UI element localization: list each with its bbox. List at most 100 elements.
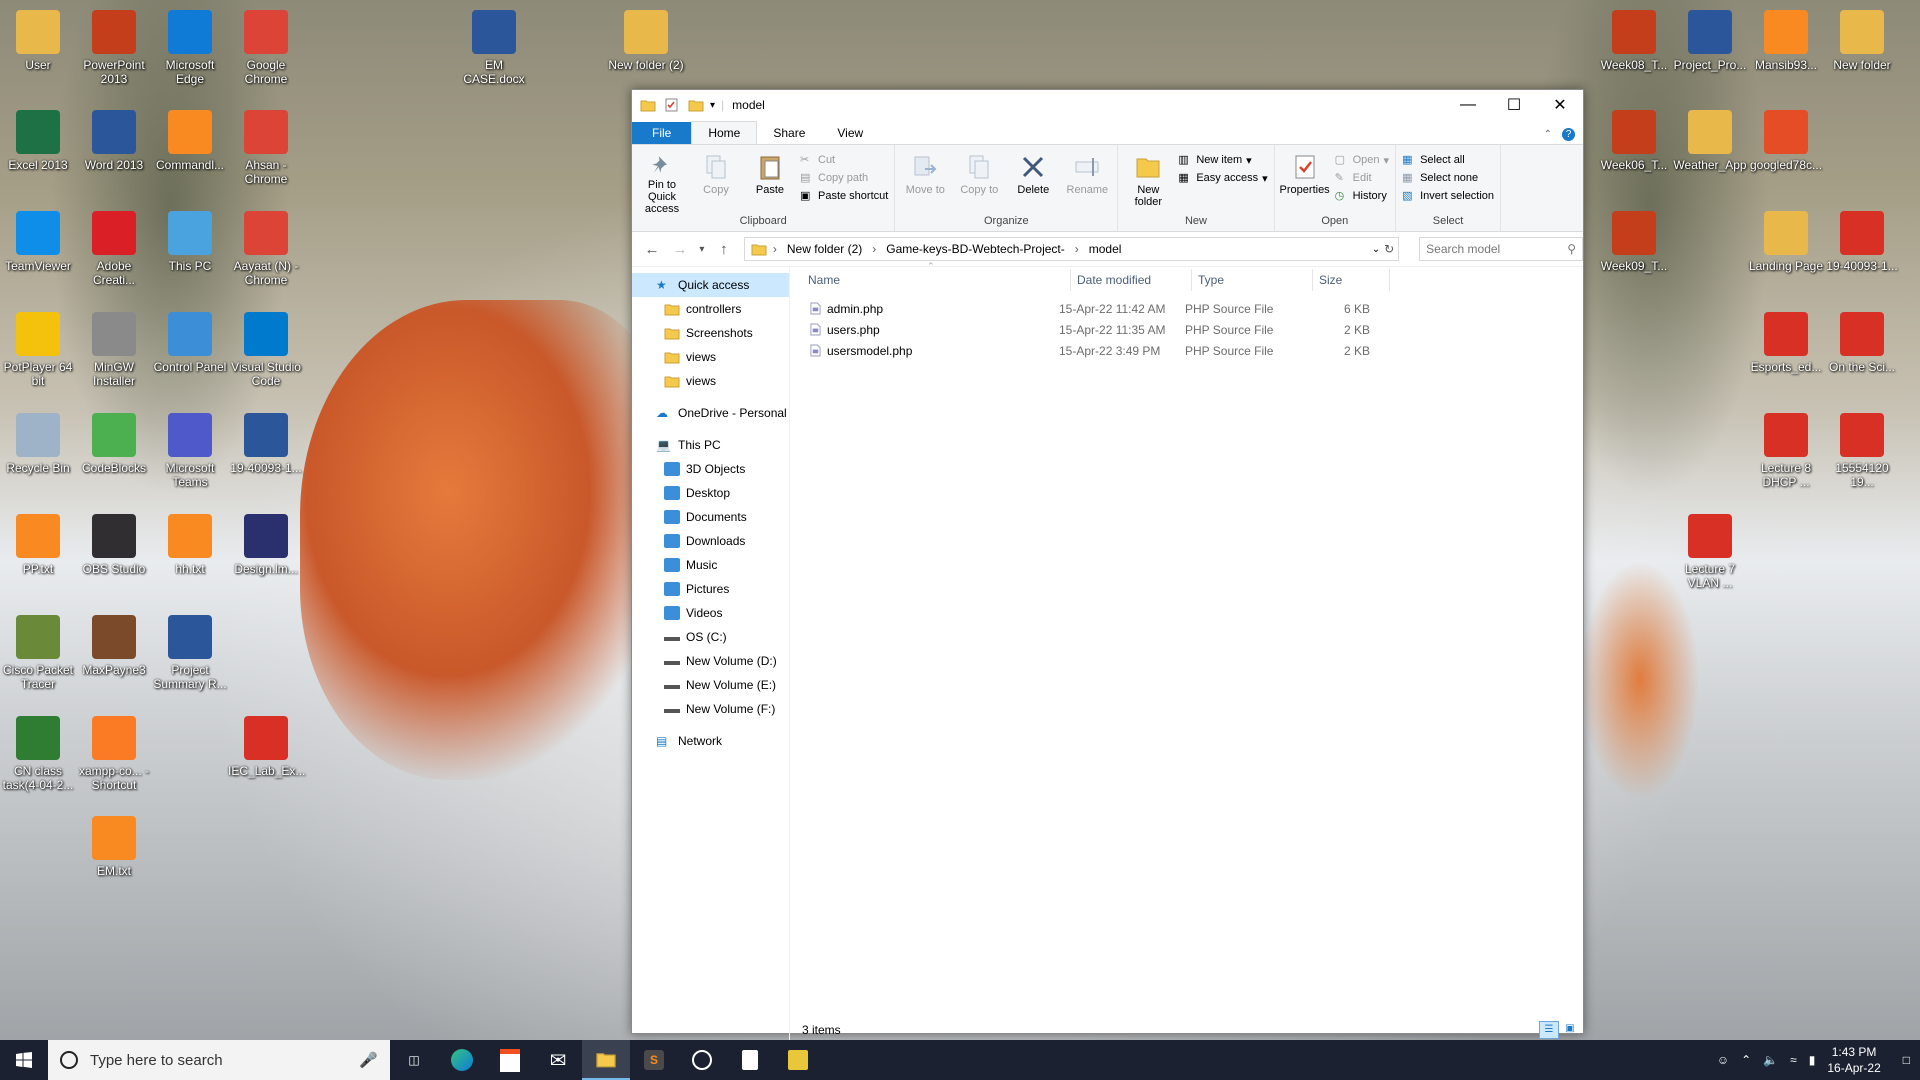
desktop-icon-ahsan-chrome[interactable]: Ahsan - Chrome bbox=[228, 110, 304, 186]
store-taskbar-icon[interactable] bbox=[486, 1040, 534, 1080]
nav-item-os-c[interactable]: OS (C:) bbox=[632, 625, 789, 649]
address-dropdown-icon[interactable]: ⌄ bbox=[1372, 244, 1380, 255]
desktop-icon-control-panel[interactable]: Control Panel bbox=[152, 312, 228, 374]
desktop-icon-powerpoint-2013[interactable]: PowerPoint 2013 bbox=[76, 10, 152, 86]
easy-access-button[interactable]: ▦ Easy access ▾ bbox=[1178, 171, 1267, 185]
volume-icon[interactable]: 🔈 bbox=[1763, 1053, 1778, 1067]
minimize-button[interactable]: — bbox=[1445, 90, 1491, 120]
nav-network[interactable]: ▤ Network bbox=[632, 729, 789, 753]
nav-onedrive[interactable]: ☁ OneDrive - Personal bbox=[632, 401, 789, 425]
breadcrumb-new-folder-2[interactable]: New folder (2) bbox=[787, 242, 862, 256]
nav-item-new-volume-d[interactable]: New Volume (D:) bbox=[632, 649, 789, 673]
nav-item-desktop[interactable]: Desktop bbox=[632, 481, 789, 505]
file-row[interactable]: admin.php 15-Apr-22 11:42 AM PHP Source Fi… bbox=[790, 298, 1583, 319]
recent-locations-icon[interactable]: ▾ bbox=[694, 244, 710, 255]
cut-button[interactable]: ✂ Cut bbox=[800, 153, 888, 167]
tab-share[interactable]: Share bbox=[757, 122, 821, 144]
nav-quick-access[interactable]: ★ Quick access bbox=[632, 273, 789, 297]
breadcrumb-model[interactable]: model bbox=[1089, 242, 1122, 256]
desktop-icon-week08-t[interactable]: Week08_T... bbox=[1596, 10, 1672, 72]
desktop-icon-adobe-creati[interactable]: Adobe Creati... bbox=[76, 211, 152, 287]
quick-access-toolbar-dropdown-icon[interactable]: ▾ bbox=[710, 100, 715, 111]
pin-to-quick-access-button[interactable]: Pin to Quick access bbox=[638, 149, 686, 215]
desktop-icon-mansib93[interactable]: Mansib93... bbox=[1748, 10, 1824, 72]
desktop-icon-lecture-8-dhcp[interactable]: Lecture 8 DHCP ... bbox=[1748, 413, 1824, 489]
taskbar-search-box[interactable]: Type here to search 🎤 bbox=[48, 1040, 390, 1080]
history-button[interactable]: ◷ History bbox=[1335, 189, 1389, 203]
select-none-button[interactable]: ▦ Select none bbox=[1402, 171, 1494, 185]
new-folder-button[interactable]: New folder bbox=[1124, 149, 1172, 215]
tab-view[interactable]: View bbox=[821, 122, 879, 144]
desktop-icon-recycle-bin[interactable]: Recycle Bin bbox=[0, 413, 76, 475]
battery-icon[interactable]: ▮ bbox=[1809, 1053, 1816, 1067]
desktop-icon-19-40093-1[interactable]: 19-40093-1... bbox=[228, 413, 304, 475]
desktop-icon-em-txt[interactable]: EM.txt bbox=[76, 816, 152, 878]
desktop-icon-cn-class-task-4-04-2[interactable]: CN class task(4-04-2... bbox=[0, 716, 76, 792]
desktop-icon-obs-studio[interactable]: OBS Studio bbox=[76, 514, 152, 576]
copy-path-button[interactable]: ▤ Copy path bbox=[800, 171, 888, 185]
desktop-icon-aayaat-n-chrome[interactable]: Aayaat (N) - Chrome bbox=[228, 211, 304, 287]
desktop-icon-googled78c[interactable]: googled78c... bbox=[1748, 110, 1824, 172]
desktop-icon-user[interactable]: User bbox=[0, 10, 76, 72]
sublime-taskbar-icon[interactable]: S bbox=[630, 1040, 678, 1080]
title-bar[interactable]: ▾ | model — ☐ ✕ bbox=[632, 90, 1583, 120]
task-view-icon[interactable]: ◫ bbox=[390, 1040, 438, 1080]
details-view-icon[interactable]: ☰ bbox=[1539, 1021, 1559, 1039]
nav-item-videos[interactable]: Videos bbox=[632, 601, 789, 625]
desktop-icon-new-folder[interactable]: New folder bbox=[1824, 10, 1900, 72]
packet-tracer-taskbar-icon[interactable] bbox=[774, 1040, 822, 1080]
desktop-icon-xampp-co-shortcut[interactable]: xampp-co... - Shortcut bbox=[76, 716, 152, 792]
desktop-icon-excel-2013[interactable]: Excel 2013 bbox=[0, 110, 76, 172]
search-input[interactable]: Search model bbox=[1426, 242, 1500, 256]
column-date-modified[interactable]: Date modified bbox=[1071, 269, 1192, 291]
desktop-icon-microsoft-teams[interactable]: Microsoft Teams bbox=[152, 413, 228, 489]
properties-icon[interactable] bbox=[664, 98, 680, 112]
desktop-icon-on-the-sci[interactable]: On the Sci... bbox=[1824, 312, 1900, 374]
paste-shortcut-button[interactable]: ▣ Paste shortcut bbox=[800, 189, 888, 203]
column-size[interactable]: Size bbox=[1313, 269, 1390, 291]
mail-taskbar-icon[interactable]: ✉ bbox=[534, 1040, 582, 1080]
nav-item-documents[interactable]: Documents bbox=[632, 505, 789, 529]
new-folder-icon[interactable] bbox=[688, 98, 704, 112]
start-button[interactable] bbox=[0, 1040, 48, 1080]
open-button[interactable]: ▢ Open ▾ bbox=[1335, 153, 1389, 167]
nav-item-3d-objects[interactable]: 3D Objects bbox=[632, 457, 789, 481]
desktop-icon-15554120-19[interactable]: 15554120 19... bbox=[1824, 413, 1900, 489]
wifi-icon[interactable]: ≈ bbox=[1790, 1053, 1797, 1067]
maximize-button[interactable]: ☐ bbox=[1491, 90, 1537, 120]
select-all-button[interactable]: ▦ Select all bbox=[1402, 153, 1494, 167]
desktop-icon-mingw-installer[interactable]: MinGW Installer bbox=[76, 312, 152, 388]
copy-to-button[interactable]: Copy to bbox=[955, 149, 1003, 215]
search-box[interactable]: Search model ⚲ bbox=[1419, 237, 1583, 261]
desktop-icon-iec-lab-ex[interactable]: IEC_Lab_Ex... bbox=[228, 716, 305, 778]
desktop-icon-maxpayne3[interactable]: MaxPayne3 bbox=[76, 615, 152, 677]
desktop-icon-word-2013[interactable]: Word 2013 bbox=[76, 110, 152, 172]
nav-this-pc[interactable]: 💻 This PC bbox=[632, 433, 789, 457]
up-arrow-icon[interactable]: ↑ bbox=[710, 241, 738, 258]
show-hidden-icons-icon[interactable]: ⌃ bbox=[1741, 1053, 1751, 1067]
breadcrumb-project[interactable]: Game-keys-BD-Webtech-Project- bbox=[886, 242, 1065, 256]
file-row[interactable]: usersmodel.php 15-Apr-22 3:49 PM PHP Sourc… bbox=[790, 340, 1583, 361]
desktop-icon-project-pro[interactable]: Project_Pro... bbox=[1672, 10, 1748, 72]
large-icons-view-icon[interactable]: ▣ bbox=[1561, 1021, 1579, 1037]
edge-taskbar-icon[interactable] bbox=[438, 1040, 486, 1080]
desktop-icon-potplayer-64-bit[interactable]: PotPlayer 64 bit bbox=[0, 312, 76, 388]
close-button[interactable]: ✕ bbox=[1537, 90, 1583, 120]
desktop-icon-lecture-7-vlan[interactable]: Lecture 7 VLAN ... bbox=[1672, 514, 1748, 590]
people-icon[interactable]: ☺ bbox=[1717, 1053, 1729, 1067]
microphone-icon[interactable]: 🎤 bbox=[359, 1051, 378, 1069]
tab-home[interactable]: Home bbox=[691, 121, 758, 144]
desktop-icon-commandl[interactable]: Commandl... bbox=[152, 110, 228, 172]
file-row[interactable]: users.php 15-Apr-22 11:35 AM PHP Source Fi… bbox=[790, 319, 1583, 340]
address-path[interactable]: › New folder (2) › Game-keys-BD-Webtech-… bbox=[743, 237, 1400, 261]
nav-item-music[interactable]: Music bbox=[632, 553, 789, 577]
edit-button[interactable]: ✎ Edit bbox=[1335, 171, 1389, 185]
new-item-button[interactable]: ▥ New item ▾ bbox=[1178, 153, 1267, 167]
desktop-icon-codeblocks[interactable]: CodeBlocks bbox=[76, 413, 152, 475]
desktop-icon-design-lm[interactable]: Design.lm... bbox=[228, 514, 304, 576]
desktop-icon-hh-txt[interactable]: hh.txt bbox=[152, 514, 228, 576]
desktop-icon-19-40093-1[interactable]: 19-40093-1... bbox=[1824, 211, 1900, 273]
delete-button[interactable]: Delete bbox=[1009, 149, 1057, 215]
desktop-icon-em-case-docx[interactable]: EM CASE.docx bbox=[456, 10, 532, 86]
calculator-taskbar-icon[interactable] bbox=[726, 1040, 774, 1080]
